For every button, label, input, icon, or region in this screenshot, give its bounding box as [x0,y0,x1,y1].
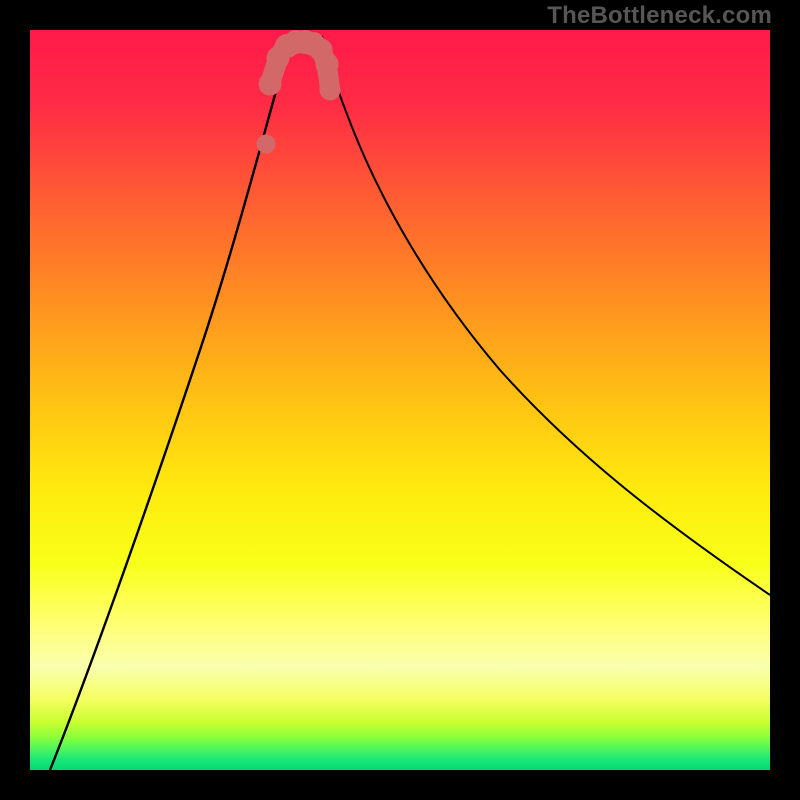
plot-area [30,30,770,770]
curve-layer [30,30,770,770]
left-curve [50,36,292,770]
marker-chain [257,31,340,154]
right-curve [322,36,770,595]
attribution-text: TheBottleneck.com [547,2,772,30]
chart-frame: TheBottleneck.com [0,0,800,800]
